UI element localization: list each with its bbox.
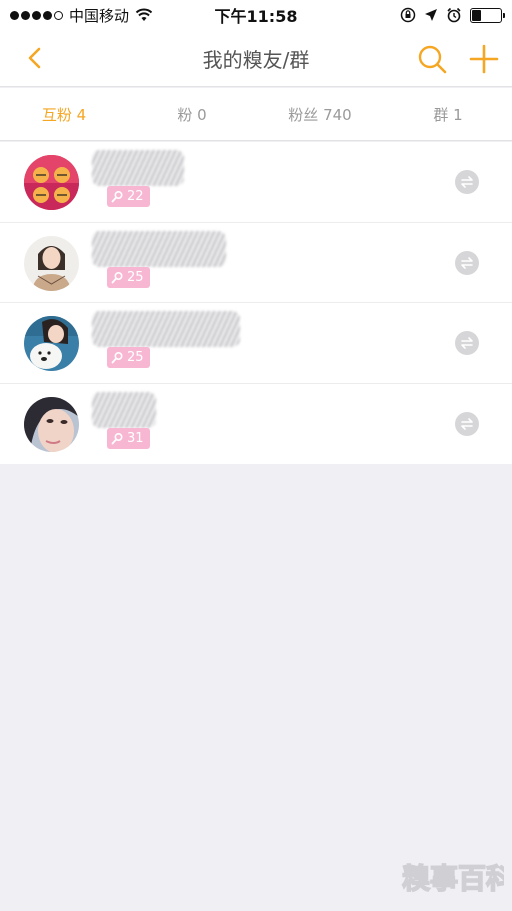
level-value: 25 bbox=[127, 269, 144, 285]
tab-groups[interactable]: 群 1 bbox=[384, 88, 512, 140]
tab-following[interactable]: 粉 0 bbox=[128, 88, 256, 140]
search-icon bbox=[418, 45, 447, 74]
cat-face-avatar[interactable] bbox=[24, 155, 79, 210]
plus-icon bbox=[469, 44, 499, 74]
level-value: 22 bbox=[127, 189, 144, 204]
redacted-username bbox=[92, 150, 184, 186]
friend-list: 22 25 25 31 bbox=[0, 142, 512, 464]
level-badge: 25 bbox=[107, 266, 150, 288]
list-item[interactable]: 25 bbox=[0, 303, 512, 384]
level-badge: 22 bbox=[107, 186, 150, 207]
battery-icon bbox=[470, 7, 505, 23]
redacted-username bbox=[92, 391, 156, 428]
girl-with-dog-avatar[interactable] bbox=[24, 316, 79, 371]
mutual-follow-icon bbox=[461, 256, 473, 269]
level-icon bbox=[111, 271, 123, 283]
girl-avatar[interactable] bbox=[24, 235, 79, 291]
follow-status-toggle[interactable] bbox=[455, 411, 479, 436]
location-arrow-icon bbox=[425, 9, 437, 21]
follow-status-toggle[interactable] bbox=[455, 331, 479, 355]
follow-status-toggle[interactable] bbox=[455, 250, 479, 275]
qiushibaike-watermark-logo: 糗事百科 bbox=[400, 848, 512, 902]
redacted-username bbox=[92, 230, 226, 267]
rotation-lock-icon bbox=[400, 7, 416, 23]
level-icon bbox=[111, 351, 123, 364]
list-item[interactable]: 25 bbox=[0, 223, 512, 303]
list-item[interactable]: 22 bbox=[0, 142, 512, 223]
follow-status-toggle[interactable] bbox=[455, 170, 479, 194]
mutual-follow-icon bbox=[461, 176, 473, 188]
svg-text:糗事百科: 糗事百科 bbox=[402, 862, 504, 895]
status-right bbox=[400, 7, 505, 23]
level-value: 31 bbox=[127, 430, 144, 446]
wifi-icon bbox=[135, 8, 153, 21]
signal-strength-icon bbox=[10, 10, 63, 20]
level-value: 25 bbox=[127, 350, 144, 365]
add-friend-button[interactable] bbox=[466, 41, 502, 77]
girl-closeup-avatar[interactable] bbox=[24, 396, 79, 452]
level-badge: 25 bbox=[107, 347, 150, 368]
tab-followers[interactable]: 粉丝 740 bbox=[256, 88, 384, 140]
level-icon bbox=[111, 432, 123, 444]
mutual-follow-icon bbox=[461, 417, 473, 430]
tab-bar: 互粉 4 粉 0 粉丝 740 群 1 bbox=[0, 88, 512, 141]
level-icon bbox=[111, 190, 123, 203]
tab-mutual-follow[interactable]: 互粉 4 bbox=[0, 88, 128, 140]
status-bar: 中国移动 下午11:58 bbox=[0, 0, 512, 30]
carrier-label: 中国移动 bbox=[69, 6, 130, 25]
redacted-username bbox=[92, 311, 240, 347]
alarm-clock-icon bbox=[447, 7, 461, 23]
level-badge: 31 bbox=[107, 427, 150, 449]
search-button[interactable] bbox=[414, 41, 450, 77]
nav-bar: 我的糗友/群 bbox=[0, 30, 512, 87]
list-item[interactable]: 31 bbox=[0, 384, 512, 465]
mutual-follow-icon bbox=[461, 337, 473, 349]
status-left: 中国移动 bbox=[10, 5, 153, 26]
